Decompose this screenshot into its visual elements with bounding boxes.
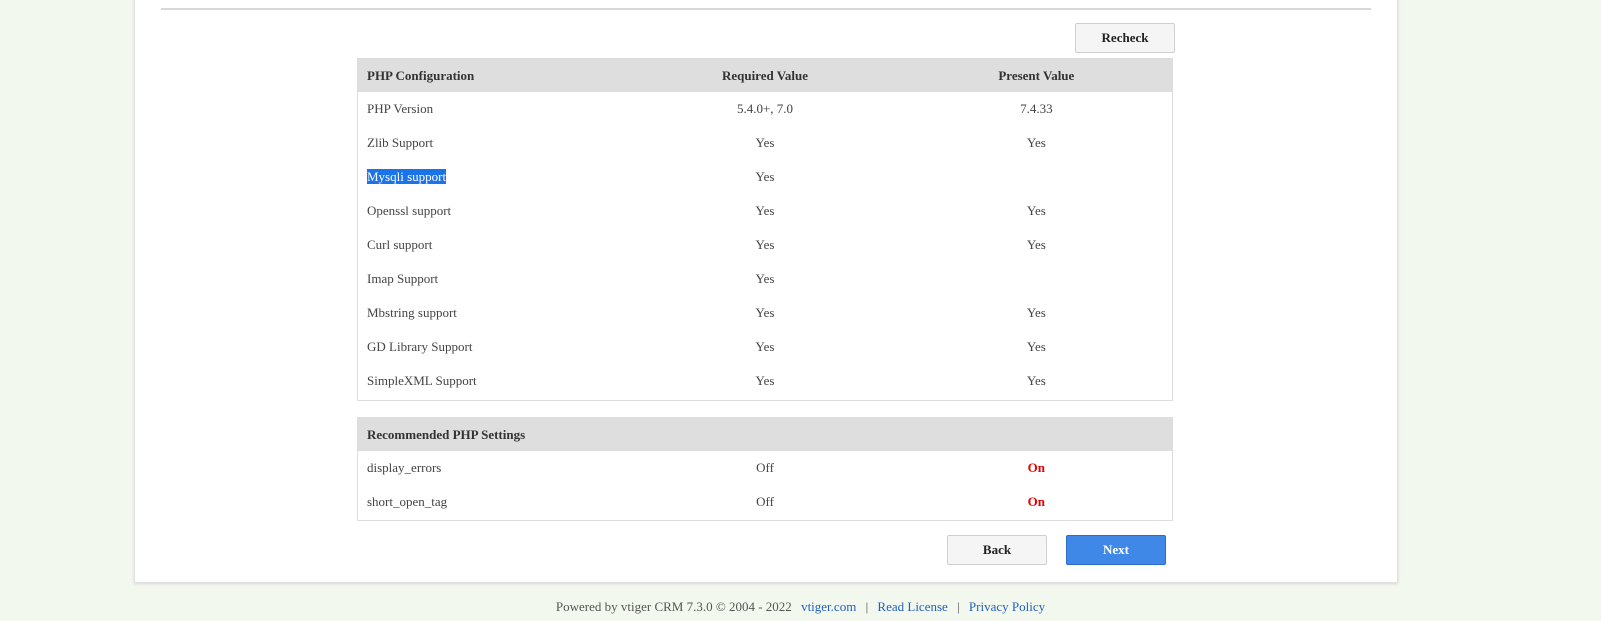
- config-name: Curl support: [367, 237, 433, 252]
- required-value: Yes: [755, 373, 775, 388]
- footer: Powered by vtiger CRM 7.3.0 © 2004 - 202…: [0, 599, 1601, 615]
- table-row: PHP Version 5.4.0+, 7.0 7.4.33: [358, 92, 1172, 126]
- present-value: Yes: [1026, 135, 1046, 150]
- table-header: Recommended PHP Settings: [358, 418, 1172, 451]
- config-name: PHP Version: [367, 101, 434, 116]
- required-value: Yes: [755, 339, 775, 354]
- header-required-value: Required Value: [721, 67, 809, 83]
- required-value: Yes: [755, 305, 775, 320]
- required-value: Off: [756, 460, 774, 475]
- present-value: Yes: [1026, 373, 1046, 388]
- required-value: Yes: [755, 169, 775, 184]
- table-row: Mbstring support Yes Yes: [358, 296, 1172, 330]
- config-name: Mbstring support: [367, 305, 457, 320]
- read-license-link[interactable]: Read License: [877, 599, 947, 614]
- table-row: GD Library Support Yes Yes: [358, 330, 1172, 364]
- present-value-warning: On: [1027, 494, 1045, 509]
- powered-by-text: Powered by vtiger CRM 7.3.0 © 2004 - 202…: [555, 599, 792, 614]
- config-name: Imap Support: [367, 271, 439, 286]
- config-name: Zlib Support: [367, 135, 434, 150]
- table-row: short_open_tag Off On: [358, 485, 1172, 519]
- present-value: Yes: [1026, 203, 1046, 218]
- present-value: Yes: [1026, 305, 1046, 320]
- required-value: Off: [756, 494, 774, 509]
- divider: [161, 8, 1371, 10]
- footer-separator: |: [957, 599, 960, 614]
- table-header: PHP Configuration Required Value Present…: [358, 59, 1172, 92]
- privacy-policy-link[interactable]: Privacy Policy: [969, 599, 1045, 614]
- present-value: 7.4.33: [1020, 101, 1053, 116]
- footer-separator: |: [865, 599, 869, 614]
- recommended-settings-table: Recommended PHP Settings display_errors …: [357, 417, 1173, 521]
- back-button[interactable]: Back: [947, 535, 1047, 565]
- config-name-cell: Mysqli support: [358, 169, 629, 185]
- config-name: Mysqli support: [367, 169, 447, 184]
- table-row: Zlib Support Yes Yes: [358, 126, 1172, 160]
- present-value-warning: On: [1027, 460, 1045, 475]
- table-row: display_errors Off On: [358, 451, 1172, 485]
- required-value: Yes: [755, 203, 775, 218]
- setting-name: short_open_tag: [367, 494, 448, 509]
- header-recommended-settings: Recommended PHP Settings: [367, 426, 526, 442]
- installer-panel: Recheck PHP Configuration Required Value…: [134, 0, 1398, 583]
- php-config-table: PHP Configuration Required Value Present…: [357, 58, 1173, 401]
- table-row: Mysqli support Yes: [358, 160, 1172, 194]
- required-value: Yes: [755, 237, 775, 252]
- next-button[interactable]: Next: [1066, 535, 1166, 565]
- header-php-configuration: PHP Configuration: [367, 67, 475, 83]
- recheck-button[interactable]: Recheck: [1075, 23, 1175, 53]
- present-value: Yes: [1026, 339, 1046, 354]
- required-value: Yes: [755, 135, 775, 150]
- table-row: Openssl support Yes Yes: [358, 194, 1172, 228]
- config-name: SimpleXML Support: [367, 373, 477, 388]
- vtiger-link[interactable]: vtiger.com: [801, 599, 856, 614]
- config-name: Openssl support: [367, 203, 452, 218]
- header-present-value: Present Value: [998, 67, 1075, 83]
- present-value: Yes: [1026, 237, 1046, 252]
- required-value: 5.4.0+, 7.0: [736, 101, 794, 116]
- required-value: Yes: [755, 271, 775, 286]
- config-name: GD Library Support: [367, 339, 473, 354]
- setting-name: display_errors: [367, 460, 442, 475]
- table-row: Imap Support Yes: [358, 262, 1172, 296]
- table-row: SimpleXML Support Yes Yes: [358, 364, 1172, 398]
- table-row: Curl support Yes Yes: [358, 228, 1172, 262]
